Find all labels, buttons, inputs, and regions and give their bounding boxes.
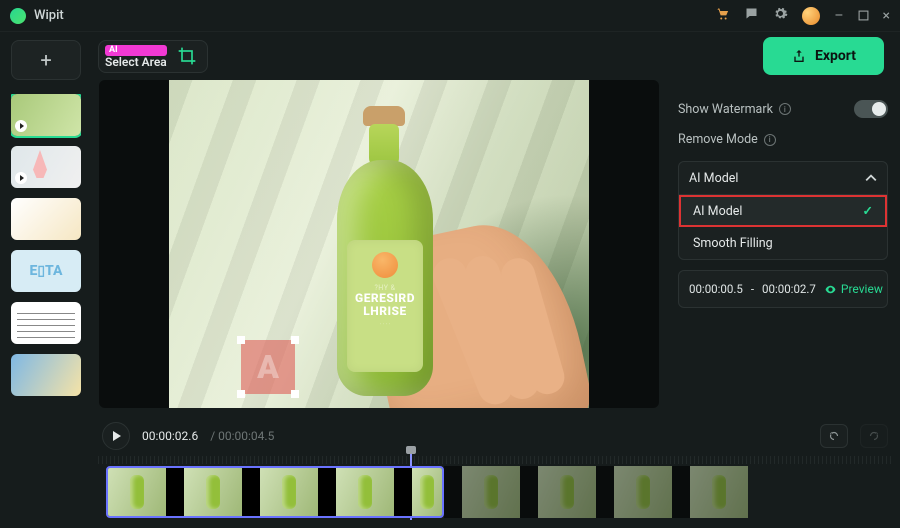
play-badge-icon: [15, 120, 27, 132]
window-maximize-icon[interactable]: [858, 6, 869, 25]
export-button[interactable]: Export: [763, 37, 884, 75]
resize-handle[interactable]: [291, 390, 299, 398]
preview-eye-icon: [824, 283, 837, 296]
playbar: 00:00:02.6 / 00:00:04.5: [90, 416, 900, 456]
titlebar-icons: – ×: [715, 6, 890, 25]
resize-handle[interactable]: [291, 336, 299, 344]
time-current: 00:00:02.6: [142, 429, 198, 443]
cart-icon[interactable]: [715, 6, 730, 25]
thumbnail-item[interactable]: [11, 94, 81, 136]
range-start: 00:00:00.5: [689, 282, 743, 296]
window-close-icon[interactable]: ×: [883, 8, 890, 24]
remove-mode-label: Remove Mode: [678, 132, 758, 147]
info-icon[interactable]: i: [779, 103, 791, 115]
ai-badge: AI: [105, 45, 167, 56]
settings-icon[interactable]: [773, 6, 788, 25]
settings-panel: Show Watermark i Remove Mode i AI Model: [674, 80, 900, 416]
top-toolbar: AI Select Area Export: [90, 32, 900, 80]
resize-handle[interactable]: [237, 390, 245, 398]
selection-box[interactable]: A: [241, 340, 295, 394]
thumbnail-item[interactable]: [11, 198, 81, 240]
feedback-icon[interactable]: [744, 6, 759, 25]
window-minimize-icon[interactable]: –: [834, 8, 843, 24]
range-end: 00:00:02.7: [762, 282, 816, 296]
preview-canvas[interactable]: ?HY & GERESIRDLHRISE · · · · A: [99, 80, 659, 408]
export-icon: [791, 48, 807, 64]
show-watermark-label: Show Watermark: [678, 102, 773, 117]
redo-button: [860, 424, 888, 448]
play-button[interactable]: [102, 422, 130, 450]
play-badge-icon: [15, 172, 27, 184]
video-frame: ?HY & GERESIRDLHRISE · · · · A: [169, 80, 589, 408]
select-area-button[interactable]: AI Select Area: [98, 40, 208, 73]
thumbnail-item[interactable]: E▯TA: [11, 250, 81, 292]
info-icon[interactable]: i: [764, 134, 776, 146]
mode-option-smooth-filling[interactable]: Smooth Filling: [679, 227, 887, 259]
timeline-clip-ghost[interactable]: [444, 466, 748, 518]
undo-button[interactable]: [820, 424, 848, 448]
mode-option-ai-model[interactable]: AI Model ✓: [679, 195, 887, 227]
remove-mode-select[interactable]: AI Model: [678, 161, 888, 195]
time-duration: 00:00:04.5: [218, 429, 274, 443]
time-range-box: 00:00:00.5 - 00:00:02.7 Preview: [678, 270, 888, 308]
media-sidebar: + E▯TA: [0, 32, 90, 528]
thumbnail-item[interactable]: [11, 146, 81, 188]
account-avatar[interactable]: [802, 7, 820, 25]
thumbnail-list: E▯TA: [11, 94, 81, 396]
thumbnail-item[interactable]: [11, 302, 81, 344]
timeline[interactable]: [90, 456, 900, 528]
remove-mode-dropdown: AI Model ✓ Smooth Filling: [678, 195, 888, 260]
preview-button[interactable]: Preview: [824, 282, 883, 296]
app-root: Wipit – × +: [0, 0, 900, 528]
title-bar: Wipit – ×: [0, 0, 900, 32]
check-icon: ✓: [863, 203, 873, 219]
thumbnail-item[interactable]: [11, 354, 81, 396]
bottle-label: ?HY & GERESIRDLHRISE · · · ·: [347, 240, 423, 372]
app-name: Wipit: [34, 8, 64, 23]
chevron-up-icon: [865, 172, 877, 184]
add-media-button[interactable]: +: [11, 40, 81, 80]
export-label: Export: [815, 48, 856, 64]
crop-icon: [177, 46, 197, 66]
resize-handle[interactable]: [237, 336, 245, 344]
timeline-ruler: [98, 456, 892, 464]
timeline-clip-main[interactable]: [106, 466, 444, 518]
show-watermark-toggle[interactable]: [854, 100, 888, 118]
select-area-label: Select Area: [105, 56, 167, 68]
app-logo-icon: [10, 8, 26, 24]
